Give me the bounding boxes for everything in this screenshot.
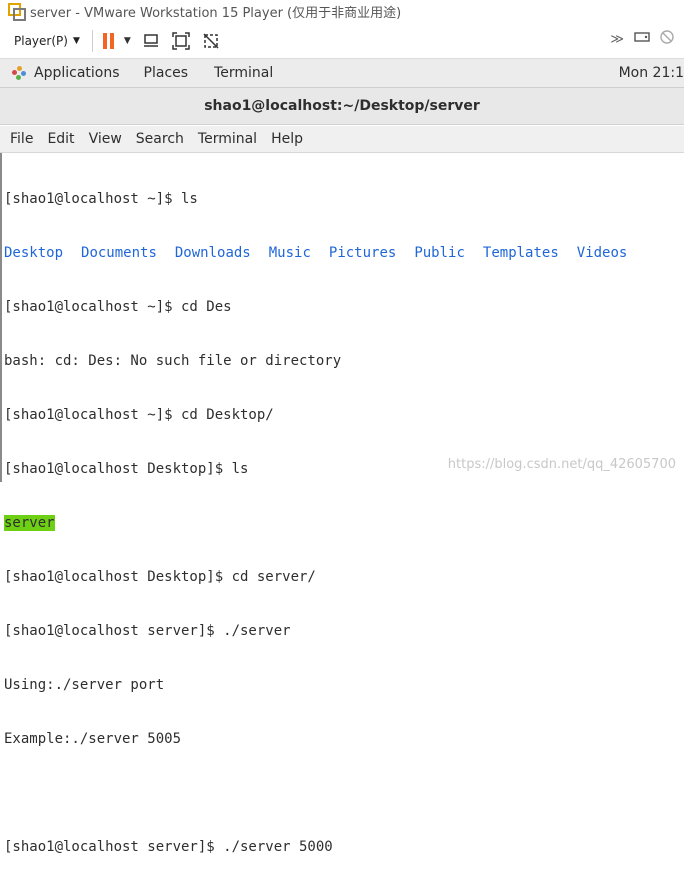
more-icon[interactable]: ≫ [610,32,624,47]
chevron-down-icon: ▼ [72,36,80,46]
terminal-titlebar: shao1@localhost:~/Desktop/server [0,88,684,125]
terminal-line: [shao1@localhost ~]$ cd Des [4,299,232,315]
window-title: server - VMware Workstation 15 Player (仅… [30,5,402,21]
terminal-line: [shao1@localhost Desktop]$ cd server/ [4,569,316,585]
menu-help[interactable]: Help [271,131,303,147]
highlighted-dir-entry: server [4,515,55,531]
vmware-toolbar: Player(P) ▼ ▼ ≫ [0,24,684,59]
disabled-icon[interactable] [660,30,674,48]
send-keys-icon[interactable] [141,31,161,51]
dir-entry: Pictures [328,245,397,261]
dir-entry: Downloads [174,245,251,261]
dir-entry: Videos [576,245,628,261]
applications-menu[interactable]: Applications [12,65,120,81]
ls-output-line: Desktop Documents Downloads Music Pictures Pu… [4,244,645,262]
player-menu-label: Player(P) [14,34,68,48]
menu-edit[interactable]: Edit [47,131,74,147]
unity-icon[interactable] [201,31,221,51]
vmware-logo-icon [8,3,26,21]
power-options-chevron-icon[interactable]: ▼ [124,36,131,46]
dir-entry: Templates [482,245,559,261]
dir-entry: Public [414,245,465,261]
fit-guest-icon[interactable] [171,31,191,51]
terminal-line: [shao1@localhost ~]$ ls [4,191,198,207]
terminal-line: [shao1@localhost server]$ ./server [4,623,291,639]
terminal-line: bash: cd: Des: No such file or directory [4,353,342,369]
menu-view[interactable]: View [89,131,122,147]
pause-icon[interactable] [102,33,114,49]
dir-entry: Desktop [4,245,64,261]
terminal-output[interactable]: [shao1@localhost ~]$ ls Desktop Documents… [0,153,684,855]
terminal-title: shao1@localhost:~/Desktop/server [204,98,480,114]
gnome-foot-icon [12,66,26,80]
player-menu[interactable]: Player(P) ▼ [14,34,80,48]
terminal-line: [shao1@localhost server]$ ./server 5000 [4,839,333,855]
watermark: https://blog.csdn.net/qq_42605700 [447,457,676,472]
applications-label: Applications [34,65,120,81]
terminal-menubar: File Edit View Search Terminal Help [0,126,684,153]
menu-terminal[interactable]: Terminal [198,131,257,147]
terminal-line: [shao1@localhost ~]$ cd Desktop/ [4,407,274,423]
dir-entry: Documents [81,245,157,261]
dir-entry: Music [268,245,311,261]
clock[interactable]: Mon 21:1 [619,65,684,81]
toolbar-divider [91,30,93,52]
ls-output-line: server [4,514,645,532]
vmware-titlebar: server - VMware Workstation 15 Player (仅… [0,0,684,22]
menu-file[interactable]: File [10,131,33,147]
removable-devices-icon[interactable] [634,30,650,48]
terminal-app-menu[interactable]: Terminal [214,65,273,81]
toolbar-right: ≫ [610,30,674,48]
gnome-top-bar: Applications Places Terminal Mon 21:1 [0,59,684,88]
places-menu[interactable]: Places [144,65,189,81]
terminal-line: Example:./server 5005 [4,731,182,747]
terminal-line: Using:./server port [4,677,165,693]
menu-search[interactable]: Search [136,131,184,147]
